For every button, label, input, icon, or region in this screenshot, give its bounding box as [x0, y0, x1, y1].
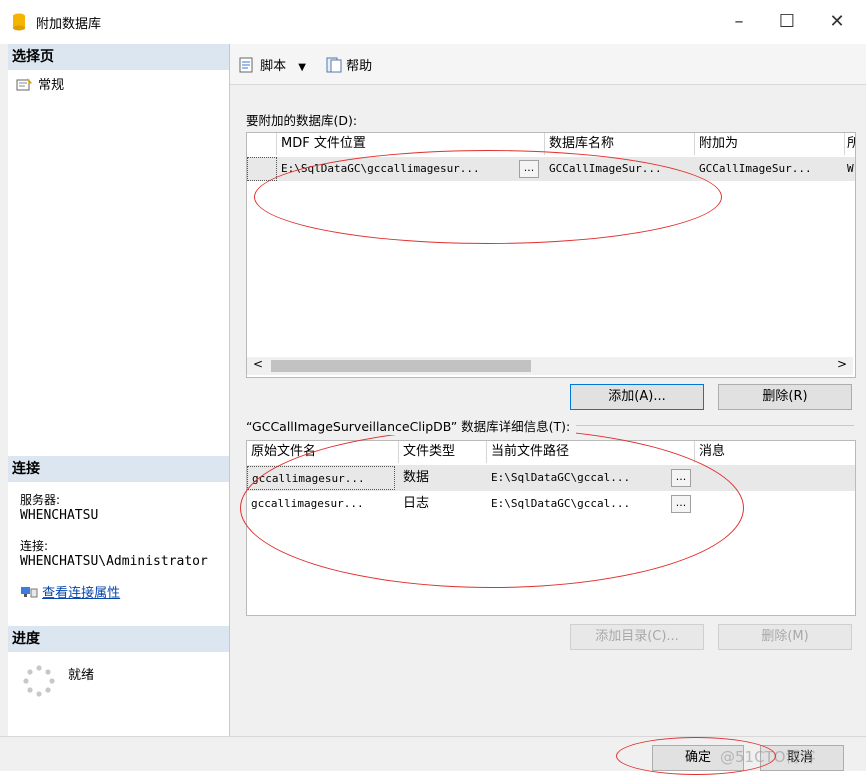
horizontal-scrollbar[interactable]: < >	[247, 357, 853, 375]
view-connection-properties[interactable]: 查看连接属性	[20, 582, 120, 601]
column-header-attach-as[interactable]: 附加为	[695, 133, 845, 155]
maximize-button[interactable]: ☐	[764, 6, 810, 38]
scroll-right-icon[interactable]: >	[837, 357, 847, 371]
progress-status: 就绪	[68, 668, 95, 683]
connection-value: WHENCHATSU\Administrator	[20, 554, 208, 569]
chevron-down-icon[interactable]: ▼	[298, 62, 306, 73]
help-label: 帮助	[346, 59, 373, 74]
script-icon	[239, 57, 253, 73]
right-pane: 脚本 ▼ 帮助 要附加的数据库(D): MDF 文件位置 数据库名称 附加为 所…	[230, 44, 866, 736]
add-database-button[interactable]: 添加(A)...	[570, 384, 704, 410]
title-bar: 附加数据库 – ☐ ✕	[0, 0, 866, 44]
column-header-owner[interactable]: 所	[845, 133, 855, 155]
remove-file-button[interactable]: 删除(M)	[718, 624, 852, 650]
minimize-button[interactable]: –	[716, 6, 762, 38]
script-button[interactable]: 脚本 ▼	[238, 55, 306, 74]
grid-header-spacer	[247, 133, 277, 155]
add-catalog-button[interactable]: 添加目录(C)...	[570, 624, 704, 650]
remove-database-button[interactable]: 删除(R)	[718, 384, 852, 410]
database-icon	[13, 13, 25, 31]
help-button[interactable]: 帮助	[326, 55, 372, 74]
window-title: 附加数据库	[36, 17, 102, 32]
database-details-label: “GCCallImageSurveillanceClipDB” 数据库详细信息(…	[246, 416, 577, 435]
connection-label: 连接:	[20, 539, 49, 553]
scroll-left-icon[interactable]: <	[253, 357, 263, 371]
column-header-db-name[interactable]: 数据库名称	[545, 133, 695, 155]
left-pane: 选择页 常规 连接 服务器: WHENCHATSU 连接: WHENCHATSU…	[8, 44, 230, 770]
attach-database-window: 附加数据库 – ☐ ✕ 选择页 常规 连接 服务器: WHENCHATSU 连接…	[0, 0, 866, 775]
connection-header: 连接	[8, 456, 229, 482]
progress-header: 进度	[8, 626, 229, 652]
help-icon	[326, 57, 342, 73]
server-label: 服务器:	[20, 493, 61, 507]
progress-spinner-icon	[23, 665, 55, 697]
attach-databases-label: 要附加的数据库(D):	[246, 113, 358, 128]
server-value: WHENCHATSU	[20, 508, 99, 523]
view-connection-properties-link[interactable]: 查看连接属性	[42, 586, 120, 601]
attach-as-cell[interactable]: GCCallImageSur...	[695, 157, 845, 181]
close-button[interactable]: ✕	[814, 6, 860, 38]
toolbar: 脚本 ▼ 帮助	[230, 44, 866, 85]
connection-properties-icon	[21, 587, 38, 598]
page-item-label: 常规	[38, 78, 65, 93]
scrollbar-thumb[interactable]	[271, 360, 531, 372]
properties-icon	[16, 78, 32, 91]
annotation-oval-details	[240, 428, 744, 588]
owner-cell[interactable]: W	[845, 157, 855, 181]
annotation-oval-ok	[616, 737, 776, 775]
annotation-oval-attach-row	[254, 150, 722, 244]
select-page-header: 选择页	[8, 44, 229, 70]
script-label: 脚本	[260, 59, 287, 74]
page-item-general[interactable]: 常规	[16, 74, 64, 93]
column-header-message[interactable]: 消息	[695, 441, 855, 463]
